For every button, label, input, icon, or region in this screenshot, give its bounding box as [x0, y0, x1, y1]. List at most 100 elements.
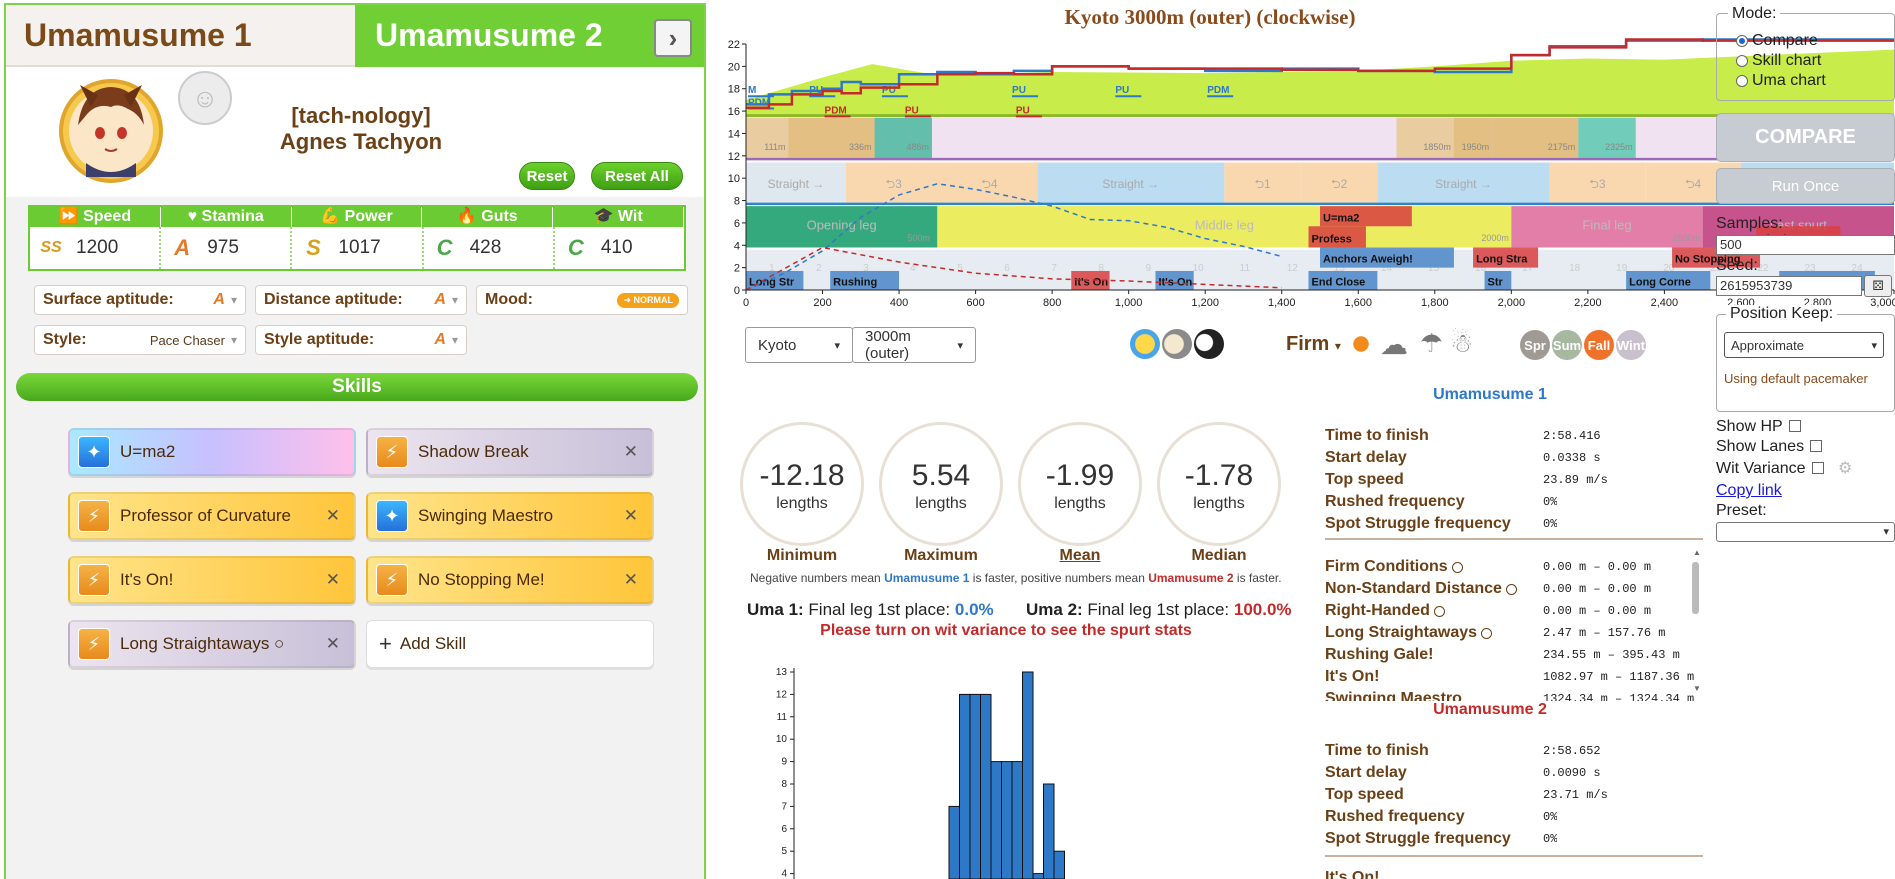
chevron-right-icon[interactable]: ›	[654, 19, 692, 57]
close-icon[interactable]: ✕	[326, 506, 340, 526]
cloudy-weather-icon[interactable]: ☁	[1380, 328, 1408, 361]
uma1-skill-bar-label: End Close	[1312, 277, 1366, 289]
stat-mean-value: -1.99	[1045, 459, 1115, 492]
result-row: Top speed 23.71 m/s	[1325, 784, 1695, 806]
distance-aptitude-select[interactable]: Distance aptitude: A ▾	[255, 285, 467, 315]
x-tick-label: 0	[743, 297, 749, 309]
snowy-weather-icon[interactable]: ☃	[1450, 328, 1473, 359]
skill-name: U=ma2	[120, 442, 176, 461]
stat-stamina[interactable]: A 975	[161, 227, 293, 269]
show-lanes-toggle[interactable]: Show Lanes	[1716, 438, 1823, 456]
mode-skill-chart-radio[interactable]: Skill chart	[1736, 52, 1821, 70]
gear-icon[interactable]: ⚙	[1838, 458, 1852, 478]
result-key: Spot Struggle frequency	[1325, 515, 1511, 532]
sun-icon[interactable]	[1130, 329, 1160, 359]
summary-uma-title: Umamusume 1	[1433, 386, 1547, 403]
x-tick-label: 600	[966, 297, 984, 309]
y-tick-label: 22	[728, 39, 740, 51]
rainy-weather-icon[interactable]: ☂	[1420, 328, 1443, 359]
tab-umamusume-2[interactable]: Umamusume 2 ›	[355, 5, 704, 67]
skill-professor-of-curvature[interactable]: ⚡ Professor of Curvature ✕	[68, 492, 356, 540]
position-keep-fieldset	[1716, 314, 1895, 412]
stat-wit-value[interactable]: 410	[601, 237, 633, 259]
uma-portrait[interactable]	[58, 73, 164, 185]
stat-speed-value[interactable]: 1200	[76, 237, 118, 259]
stat-label-wit: 🎓 Wit	[553, 207, 684, 227]
result-key: It's On!	[1325, 869, 1380, 879]
x-tick-label: 2,200	[1574, 297, 1602, 309]
style-aptitude-select[interactable]: Style aptitude: A ▾	[255, 325, 467, 355]
stat-guts[interactable]: C 428	[424, 227, 555, 269]
seed-input[interactable]: 2615953739	[1716, 276, 1862, 296]
distance-value: 3000m (outer)	[865, 328, 911, 362]
season-summer-button[interactable]: Sum	[1552, 330, 1582, 360]
stat-speed[interactable]: SS 1200	[30, 227, 162, 269]
result-value: 2.47 m – 157.76 m	[1543, 626, 1666, 640]
close-icon[interactable]: ✕	[624, 442, 638, 462]
stat-label-stamina: ♥ Stamina	[161, 207, 292, 227]
sunny-weather-icon[interactable]	[1348, 331, 1374, 357]
stat-median-unit: lengths	[1193, 495, 1245, 512]
uma2-placeholder-icon[interactable]: ☺	[178, 71, 232, 125]
show-hp-toggle[interactable]: Show HP	[1716, 418, 1801, 436]
result-key: Long Straightaways	[1325, 624, 1478, 641]
uma1-skill-bar-label: Rushing	[833, 277, 877, 289]
dice-icon[interactable]: ⚄	[1864, 275, 1892, 297]
result-value: 0.0090 s	[1543, 766, 1601, 780]
close-icon[interactable]: ✕	[624, 506, 638, 526]
skill-shadow-break[interactable]: ⚡ Shadow Break ✕	[366, 428, 654, 476]
style-select[interactable]: Style: Pace Chaser ▾	[34, 325, 246, 355]
season-spring-button[interactable]: Spr	[1520, 330, 1550, 360]
moon-icon[interactable]	[1194, 329, 1224, 359]
stat-stamina-grade: A	[174, 235, 191, 260]
skill-u-ma2[interactable]: ✦ U=ma2	[68, 428, 356, 476]
skill-swinging-maestro[interactable]: ✦ Swinging Maestro ✕	[366, 492, 654, 540]
tab-umamusume-1[interactable]: Umamusume 1	[6, 5, 355, 67]
mode-compare-radio[interactable]: Compare	[1736, 32, 1818, 50]
scrollbar[interactable]: ▲ ▼	[1690, 548, 1701, 698]
stat-power-value[interactable]: 1017	[338, 237, 380, 259]
stat-wit[interactable]: C 410	[555, 227, 684, 269]
scroll-down-icon[interactable]: ▼	[1693, 684, 1701, 693]
compare-button[interactable]: COMPARE	[1716, 113, 1895, 162]
x-tick-label: 800	[1043, 297, 1061, 309]
stat-power[interactable]: S 1017	[292, 227, 424, 269]
mode-uma-chart-radio[interactable]: Uma chart	[1736, 72, 1826, 90]
histogram-bar	[948, 805, 960, 879]
samples-input[interactable]: 500	[1716, 235, 1895, 255]
reset-button[interactable]: Reset	[519, 162, 575, 190]
result-row: It's On! 1082.97 m – 1187.36 m	[1325, 666, 1695, 688]
preset-select[interactable]: ▾	[1716, 522, 1895, 542]
hist-y-tick-label: 5	[781, 846, 787, 857]
stat-stamina-value[interactable]: 975	[207, 237, 239, 259]
stat-median: -1.78 lengths	[1157, 422, 1281, 546]
slope-label: 111m	[764, 142, 785, 152]
surface-aptitude-select[interactable]: Surface aptitude: A ▾	[34, 285, 246, 315]
x-tick-label: 1,000	[1115, 297, 1143, 309]
result-row: Start delay 0.0090 s	[1325, 762, 1695, 784]
preset-label: Preset:	[1716, 502, 1767, 519]
uma1-skill-bar-label: Long Corne	[1629, 277, 1691, 289]
season-winter-button[interactable]: Wint	[1616, 330, 1646, 360]
skill-name: Professor of Curvature	[120, 506, 292, 525]
chevron-down-icon: ▾	[1334, 339, 1341, 353]
section-label: ⮌1	[1254, 177, 1271, 191]
wit-variance-toggle[interactable]: Wit Variance	[1716, 460, 1824, 478]
ground-select[interactable]: Firm ▾	[1286, 333, 1341, 356]
distance-select[interactable]: 3000m (outer) ▾	[852, 327, 976, 363]
season-fall-button[interactable]: Fall	[1584, 330, 1614, 360]
scrollbar-thumb[interactable]	[1692, 562, 1699, 614]
run-once-button[interactable]: Run Once	[1716, 168, 1895, 204]
scroll-up-icon[interactable]: ▲	[1693, 548, 1701, 557]
evening-icon[interactable]	[1162, 329, 1192, 359]
track-select[interactable]: Kyoto ▾	[745, 327, 853, 363]
checkbox-icon	[1811, 462, 1824, 474]
reset-all-button[interactable]: Reset All	[591, 162, 683, 190]
stat-guts-value[interactable]: 428	[470, 237, 502, 259]
mood-select[interactable]: Mood: ➜ NORMAL	[476, 285, 688, 315]
pace-up-label: M	[748, 85, 756, 96]
histogram-bar	[959, 693, 971, 879]
position-keep-select[interactable]: Approximate ▾	[1724, 332, 1884, 358]
samples-label: Samples:	[1716, 215, 1783, 232]
copy-link[interactable]: Copy link	[1716, 482, 1782, 500]
